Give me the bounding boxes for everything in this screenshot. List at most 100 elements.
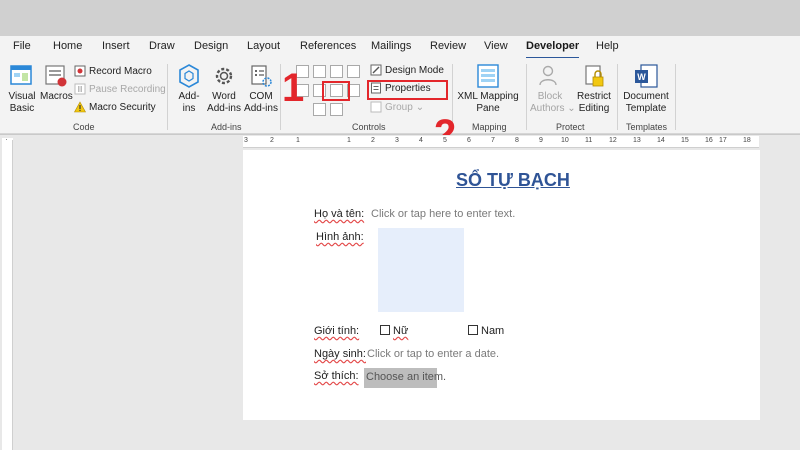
group-button[interactable]: Group ⌄ [370, 100, 424, 116]
ruler-tick: 3 [244, 137, 248, 144]
addins-button[interactable]: Add- ins [174, 63, 204, 115]
ruler-tick: 1 [347, 137, 351, 144]
ruler-tick: 15 [681, 137, 689, 144]
ruler-tick: 6 [467, 137, 471, 144]
group-icon [370, 101, 382, 113]
tab-draw[interactable]: Draw [149, 40, 175, 52]
com-addins-button[interactable]: COM Add-ins [243, 63, 279, 115]
building-block-control-icon[interactable] [347, 65, 360, 78]
record-macro-icon [74, 65, 86, 77]
group-divider [167, 64, 168, 130]
ruler-tick: 12 [609, 137, 617, 144]
ruler-tick: 9 [539, 137, 543, 144]
word-document-icon: W [635, 64, 658, 88]
block-authors-icon [539, 65, 557, 86]
templates-group-label: Templates [626, 122, 668, 132]
group-divider [617, 64, 618, 130]
group-divider [526, 64, 527, 130]
ruler-tick: 4 [419, 137, 423, 144]
xml-mapping-pane-button[interactable]: XML Mapping Pane [456, 63, 520, 115]
dob-label: Ngày sinh: [314, 348, 366, 360]
controls-group-label: Controls [352, 122, 386, 132]
tab-help[interactable]: Help [596, 40, 619, 52]
ruler-tick: 16 [705, 137, 713, 144]
chevron-down-icon: ⌄ [415, 102, 425, 113]
com-addins-icon [251, 65, 272, 87]
tab-developer[interactable]: Developer [526, 40, 580, 59]
title-bar [0, 0, 800, 36]
ruler-tick: 8 [515, 137, 519, 144]
ruler-tick: 10 [561, 137, 569, 144]
ruler-tick: 11 [585, 137, 593, 144]
block-authors-button[interactable]: Block Authors ⌄ [530, 63, 576, 115]
restrict-editing-button[interactable]: Restrict Editing [574, 63, 614, 115]
hobby-label: Sở thích: [314, 370, 359, 382]
ruler-tick: 2 [270, 137, 274, 144]
macros-button[interactable]: Macros [40, 63, 73, 103]
step-1-number: 1 [282, 66, 305, 110]
macros-icon [45, 65, 67, 87]
ruler-tick: 18 [743, 137, 751, 144]
ruler-tick: 1 [296, 137, 300, 144]
pause-recording-button[interactable]: Pause Recording [74, 82, 166, 98]
menu-bar: File Home Insert Draw Design Layout Refe… [0, 36, 800, 59]
male-checkbox[interactable] [468, 325, 478, 335]
tab-mailings[interactable]: Mailings [371, 40, 411, 52]
visual-basic-button[interactable]: Visual Basic [6, 63, 38, 115]
addins-group-label: Add-ins [211, 122, 242, 132]
warning-icon [73, 101, 87, 113]
pause-icon [74, 83, 86, 95]
highlight-box-step1 [322, 81, 350, 101]
ruler-tick: 7 [491, 137, 495, 144]
xml-mapping-icon [477, 64, 499, 88]
female-option-label: Nữ [393, 325, 409, 337]
plain-text-content-control-icon[interactable] [313, 65, 326, 78]
protect-group-label: Protect [556, 122, 585, 132]
document-template-button[interactable]: W Document Template [620, 63, 672, 115]
tab-design[interactable]: Design [194, 40, 228, 52]
gear-icon [215, 67, 233, 85]
code-group-label: Code [73, 122, 95, 132]
legacy-tools-icon[interactable] [330, 103, 343, 116]
hobby-dropdown-control[interactable]: Choose an item. [364, 368, 446, 388]
design-mode-button[interactable]: Design Mode [370, 63, 444, 79]
vertical-ruler[interactable] [2, 140, 13, 450]
ruler-tick: 5 [443, 137, 447, 144]
document-title: SỔ TỰ BẠCH [456, 170, 570, 190]
visual-basic-icon [10, 65, 32, 85]
picture-content-control-icon[interactable] [330, 65, 343, 78]
repeating-section-control-icon[interactable] [313, 103, 326, 116]
male-option-label: Nam [481, 325, 505, 337]
female-checkbox[interactable] [380, 325, 390, 335]
tab-home[interactable]: Home [53, 40, 82, 52]
tab-insert[interactable]: Insert [102, 40, 130, 52]
mapping-group-label: Mapping [472, 122, 507, 132]
word-addins-button[interactable]: Word Add-ins [206, 63, 242, 115]
tab-layout[interactable]: Layout [247, 40, 280, 52]
tab-view[interactable]: View [484, 40, 508, 52]
picture-content-control[interactable] [378, 228, 464, 312]
name-text-control[interactable]: Click or tap here to enter text. [371, 208, 515, 220]
tab-review[interactable]: Review [430, 40, 466, 52]
ruler-tick: 3 [395, 137, 399, 144]
lock-icon [585, 65, 604, 87]
ruler-tick: 14 [657, 137, 665, 144]
date-picker-control[interactable]: Click or tap to enter a date. [367, 348, 499, 360]
group-divider [675, 64, 676, 130]
record-macro-button[interactable]: Record Macro [74, 64, 152, 80]
highlight-box-step2 [367, 80, 448, 100]
ruler-tick: 13 [633, 137, 641, 144]
group-divider [280, 64, 281, 130]
horizontal-ruler[interactable]: 3 2 1 1 2 3 4 5 6 7 8 9 10 11 12 13 14 1… [243, 136, 759, 148]
hexagon-addins-icon [179, 64, 199, 88]
gender-label: Giới tính: [314, 325, 360, 337]
svg-text:W: W [637, 72, 646, 82]
tab-file[interactable]: File [13, 40, 31, 52]
ruler-tick: 2 [371, 137, 375, 144]
photo-label: Hình ảnh: [316, 231, 364, 243]
macro-security-button[interactable]: Macro Security [73, 100, 156, 116]
name-label: Họ và tên: [314, 208, 365, 220]
ruler-tick: 17 [719, 137, 727, 144]
design-mode-icon [370, 64, 382, 76]
tab-references[interactable]: References [300, 40, 356, 52]
